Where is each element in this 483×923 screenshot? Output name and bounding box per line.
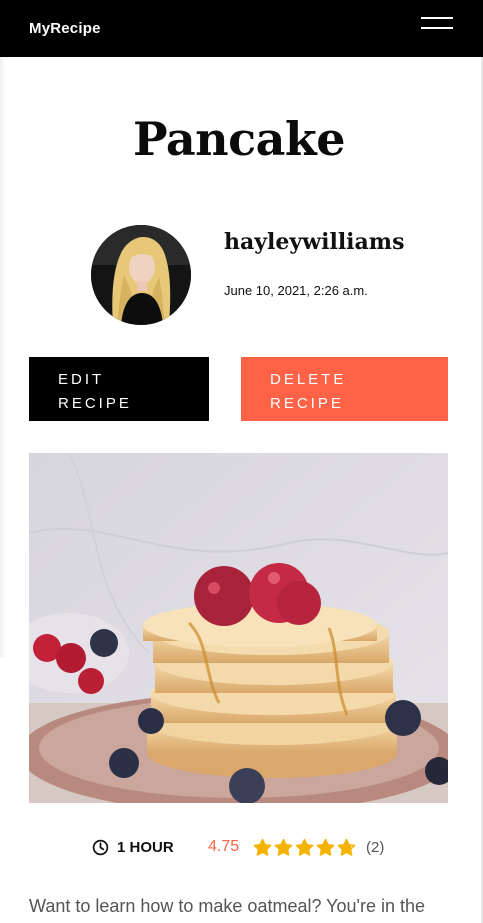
rating-stars[interactable] [253,838,356,857]
author-username[interactable]: hayleywilliams [224,229,404,255]
star-full-icon[interactable] [274,838,293,857]
star-half-icon[interactable] [337,838,356,857]
recipe-meta-row: 1 HOUR 4.75 (2) [0,837,483,859]
recipe-hero-image [29,453,448,803]
star-full-icon[interactable] [295,838,314,857]
edit-recipe-button[interactable]: EDIT RECIPE [29,357,209,421]
star-full-icon[interactable] [316,838,335,857]
brand-logo[interactable]: MyRecipe [29,20,101,37]
recipe-title: Pancake [132,112,346,166]
hamburger-menu-icon[interactable] [421,15,453,31]
recipe-intro-text: Want to learn how to make oatmeal? You'r… [29,896,426,916]
top-navbar: MyRecipe [0,0,483,57]
author-avatar[interactable] [91,225,191,325]
star-full-icon[interactable] [253,838,272,857]
publish-date: June 10, 2021, 2:26 a.m. [224,283,368,298]
cook-duration: 1 HOUR [117,839,174,856]
clock-icon [92,839,109,856]
rating-count[interactable]: (2) [366,839,384,856]
delete-recipe-button[interactable]: DELETE RECIPE [241,357,448,421]
rating-value: 4.75 [208,838,240,855]
